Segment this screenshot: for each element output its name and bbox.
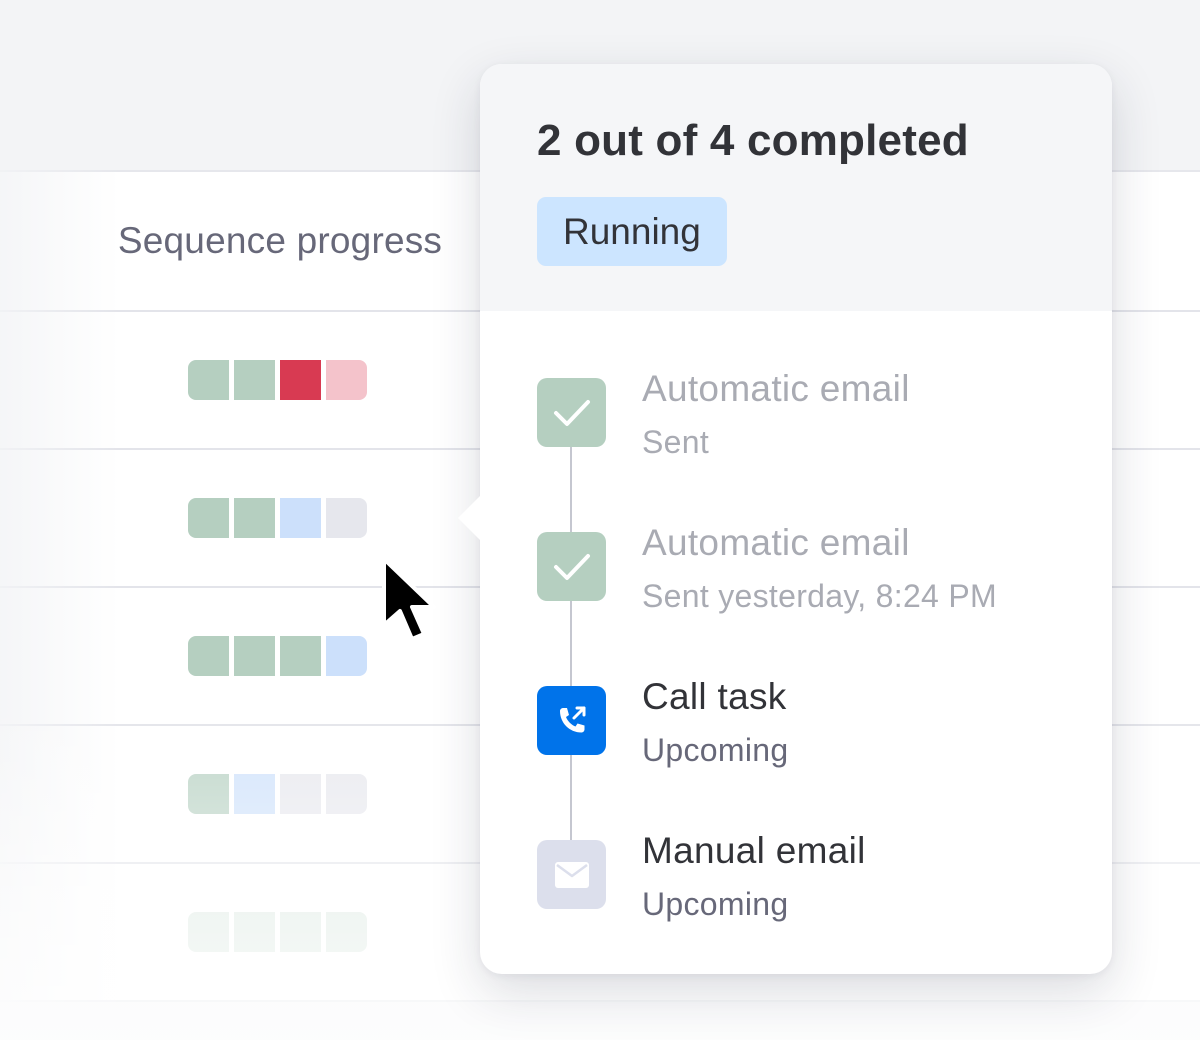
step-title: Automatic email bbox=[642, 368, 910, 409]
progress-segment bbox=[326, 774, 367, 814]
progress-segment bbox=[234, 360, 275, 400]
sequence-step[interactable]: Automatic email Sent bbox=[537, 368, 1097, 488]
step-status: Sent yesterday, 8:24 PM bbox=[642, 578, 997, 614]
check-icon bbox=[537, 378, 606, 447]
popover-arrow bbox=[458, 494, 482, 542]
status-badge: Running bbox=[537, 197, 727, 266]
sequence-progress-bar[interactable] bbox=[188, 912, 367, 952]
progress-segment bbox=[280, 360, 321, 400]
sequence-progress-bar[interactable] bbox=[188, 360, 367, 400]
sequence-step[interactable]: Manual email Upcoming bbox=[537, 830, 1097, 950]
step-status: Upcoming bbox=[642, 732, 789, 768]
divider bbox=[0, 1000, 1200, 1002]
envelope-icon bbox=[537, 840, 606, 909]
sequence-step[interactable]: Call task Upcoming bbox=[537, 676, 1097, 796]
progress-segment bbox=[326, 360, 367, 400]
step-status: Sent bbox=[642, 424, 710, 460]
completion-summary: 2 out of 4 completed bbox=[537, 116, 969, 165]
progress-segment bbox=[188, 912, 229, 952]
timeline-connector bbox=[570, 446, 572, 906]
progress-segment bbox=[234, 774, 275, 814]
progress-segment bbox=[188, 498, 229, 538]
check-icon bbox=[537, 532, 606, 601]
column-header-label: Sequence progress bbox=[117, 220, 443, 261]
progress-segment bbox=[326, 498, 367, 538]
progress-segment bbox=[326, 912, 367, 952]
sequence-progress-bar[interactable] bbox=[188, 498, 367, 538]
mouse-pointer-icon bbox=[382, 557, 436, 641]
step-status: Upcoming bbox=[642, 886, 789, 922]
phone-outgoing-icon bbox=[537, 686, 606, 755]
progress-segment bbox=[188, 774, 229, 814]
progress-segment bbox=[188, 360, 229, 400]
step-title: Manual email bbox=[642, 830, 866, 871]
progress-segment bbox=[326, 636, 367, 676]
progress-segment bbox=[280, 774, 321, 814]
progress-segment bbox=[280, 636, 321, 676]
sequence-progress-bar[interactable] bbox=[188, 774, 367, 814]
progress-segment bbox=[188, 636, 229, 676]
step-title: Call task bbox=[642, 676, 787, 717]
step-title: Automatic email bbox=[642, 522, 910, 563]
progress-segment bbox=[234, 912, 275, 952]
progress-segment bbox=[234, 636, 275, 676]
column-header[interactable]: Sequence progress bbox=[0, 172, 560, 310]
progress-segment bbox=[280, 498, 321, 538]
progress-segment bbox=[280, 912, 321, 952]
sequence-step[interactable]: Automatic email Sent yesterday, 8:24 PM bbox=[537, 522, 1097, 642]
sequence-progress-popover: 2 out of 4 completed Running Automatic e… bbox=[458, 64, 1112, 974]
sequence-progress-bar[interactable] bbox=[188, 636, 367, 676]
popover-header: 2 out of 4 completed Running bbox=[480, 64, 1112, 311]
progress-segment bbox=[234, 498, 275, 538]
